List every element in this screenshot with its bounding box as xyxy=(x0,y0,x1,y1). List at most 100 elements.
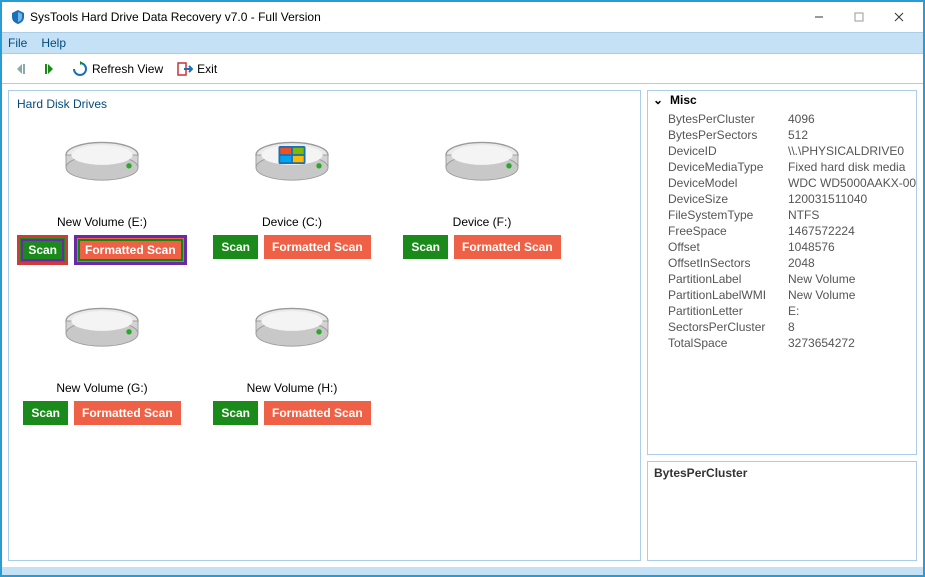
content-area: Hard Disk Drives New Volume (E:) Scan Fo… xyxy=(2,84,923,567)
property-row[interactable]: DeviceModelWDC WD5000AAKX-003CA0 ATA xyxy=(668,175,916,191)
statusbar xyxy=(2,567,923,575)
menubar: File Help xyxy=(2,32,923,54)
property-value: 3273654272 xyxy=(788,336,916,350)
property-row[interactable]: OffsetInSectors2048 xyxy=(668,255,916,271)
property-value: 512 xyxy=(788,128,916,142)
property-row[interactable]: TotalSpace3273654272 xyxy=(668,335,916,351)
scan-button[interactable]: Scan xyxy=(213,401,258,425)
property-value: 120031511040 xyxy=(788,192,916,206)
hard-drive-icon xyxy=(247,285,337,375)
property-row[interactable]: PartitionLabelNew Volume xyxy=(668,271,916,287)
properties-header[interactable]: ⌄ Misc xyxy=(648,91,916,109)
menu-file[interactable]: File xyxy=(8,36,27,50)
drive-buttons: Scan Formatted Scan xyxy=(403,235,560,259)
close-button[interactable] xyxy=(879,2,919,32)
drive-label: New Volume (H:) xyxy=(247,375,338,401)
property-key: BytesPerSectors xyxy=(668,128,788,142)
property-value: 1467572224 xyxy=(788,224,916,238)
property-row[interactable]: BytesPerSectors512 xyxy=(668,127,916,143)
drive-label: New Volume (E:) xyxy=(57,209,147,235)
property-row[interactable]: FileSystemTypeNTFS xyxy=(668,207,916,223)
refresh-icon xyxy=(72,61,88,77)
formatted-scan-button[interactable]: Formatted Scan xyxy=(74,401,181,425)
drive-item[interactable]: New Volume (G:) Scan Formatted Scan xyxy=(17,285,187,425)
property-row[interactable]: DeviceSize120031511040 xyxy=(668,191,916,207)
property-key: TotalSpace xyxy=(668,336,788,350)
toolbar: Refresh View Exit xyxy=(2,54,923,84)
scan-button[interactable]: Scan xyxy=(213,235,258,259)
exit-button[interactable]: Exit xyxy=(173,59,221,79)
nav-back-button[interactable] xyxy=(8,59,32,79)
property-key: DeviceMediaType xyxy=(668,160,788,174)
formatted-scan-button[interactable]: Formatted Scan xyxy=(74,235,187,265)
property-value: 4096 xyxy=(788,112,916,126)
property-value: E: xyxy=(788,304,916,318)
property-key: BytesPerCluster xyxy=(668,112,788,126)
titlebar: SysTools Hard Drive Data Recovery v7.0 -… xyxy=(2,2,923,32)
window-title: SysTools Hard Drive Data Recovery v7.0 -… xyxy=(6,9,799,25)
app-icon xyxy=(10,9,26,25)
drive-label: New Volume (G:) xyxy=(56,375,147,401)
drives-grid: New Volume (E:) Scan Formatted Scan Devi… xyxy=(17,119,632,425)
menu-help[interactable]: Help xyxy=(41,36,66,50)
drive-buttons: Scan Formatted Scan xyxy=(23,401,180,425)
formatted-scan-button[interactable]: Formatted Scan xyxy=(264,401,371,425)
hard-drive-icon xyxy=(247,119,337,209)
property-row[interactable]: BytesPerCluster4096 xyxy=(668,111,916,127)
collapse-icon: ⌄ xyxy=(652,93,664,107)
property-key: PartitionLabelWMI xyxy=(668,288,788,302)
nav-forward-button[interactable] xyxy=(38,59,62,79)
property-value: NTFS xyxy=(788,208,916,222)
scan-button[interactable]: Scan xyxy=(403,235,448,259)
drive-item[interactable]: Device (C:) Scan Formatted Scan xyxy=(207,119,377,265)
property-row[interactable]: DeviceID\\.\PHYSICALDRIVE0 xyxy=(668,143,916,159)
scan-button[interactable]: Scan xyxy=(23,401,68,425)
formatted-scan-button[interactable]: Formatted Scan xyxy=(454,235,561,259)
hard-drive-icon xyxy=(437,119,527,209)
property-value: New Volume xyxy=(788,288,916,302)
property-row[interactable]: SectorsPerCluster8 xyxy=(668,319,916,335)
right-pane: ⌄ Misc BytesPerCluster4096BytesPerSector… xyxy=(647,90,917,561)
drive-item[interactable]: New Volume (H:) Scan Formatted Scan xyxy=(207,285,377,425)
refresh-button[interactable]: Refresh View xyxy=(68,59,167,79)
property-key: DeviceModel xyxy=(668,176,788,190)
property-value: 8 xyxy=(788,320,916,334)
minimize-button[interactable] xyxy=(799,2,839,32)
property-value: 1048576 xyxy=(788,240,916,254)
property-value: 2048 xyxy=(788,256,916,270)
drive-item[interactable]: Device (F:) Scan Formatted Scan xyxy=(397,119,567,265)
property-row[interactable]: DeviceMediaTypeFixed hard disk media xyxy=(668,159,916,175)
scan-button[interactable]: Scan xyxy=(17,235,68,265)
property-key: Offset xyxy=(668,240,788,254)
exit-icon xyxy=(177,61,193,77)
property-row[interactable]: PartitionLabelWMINew Volume xyxy=(668,287,916,303)
property-key: OffsetInSectors xyxy=(668,256,788,270)
hard-drive-icon xyxy=(57,119,147,209)
property-row[interactable]: Offset1048576 xyxy=(668,239,916,255)
maximize-button[interactable] xyxy=(839,2,879,32)
section-header: Hard Disk Drives xyxy=(17,95,632,119)
properties-panel: ⌄ Misc BytesPerCluster4096BytesPerSector… xyxy=(647,90,917,455)
property-row[interactable]: PartitionLetterE: xyxy=(668,303,916,319)
description-title: BytesPerCluster xyxy=(654,466,747,480)
hard-drive-icon xyxy=(57,285,147,375)
drive-buttons: Scan Formatted Scan xyxy=(17,235,186,265)
nav-forward-icon xyxy=(42,61,58,77)
property-value: New Volume xyxy=(788,272,916,286)
property-key: DeviceID xyxy=(668,144,788,158)
drive-item[interactable]: New Volume (E:) Scan Formatted Scan xyxy=(17,119,187,265)
property-key: SectorsPerCluster xyxy=(668,320,788,334)
window-controls xyxy=(799,2,919,32)
drive-label: Device (C:) xyxy=(262,209,322,235)
property-value: WDC WD5000AAKX-003CA0 ATA xyxy=(788,176,916,190)
property-value: Fixed hard disk media xyxy=(788,160,916,174)
property-key: FileSystemType xyxy=(668,208,788,222)
properties-rows: BytesPerCluster4096BytesPerSectors512Dev… xyxy=(648,109,916,353)
description-panel: BytesPerCluster xyxy=(647,461,917,561)
formatted-scan-button[interactable]: Formatted Scan xyxy=(264,235,371,259)
drive-buttons: Scan Formatted Scan xyxy=(213,235,370,259)
property-row[interactable]: FreeSpace1467572224 xyxy=(668,223,916,239)
property-value: \\.\PHYSICALDRIVE0 xyxy=(788,144,916,158)
property-key: PartitionLabel xyxy=(668,272,788,286)
property-key: FreeSpace xyxy=(668,224,788,238)
